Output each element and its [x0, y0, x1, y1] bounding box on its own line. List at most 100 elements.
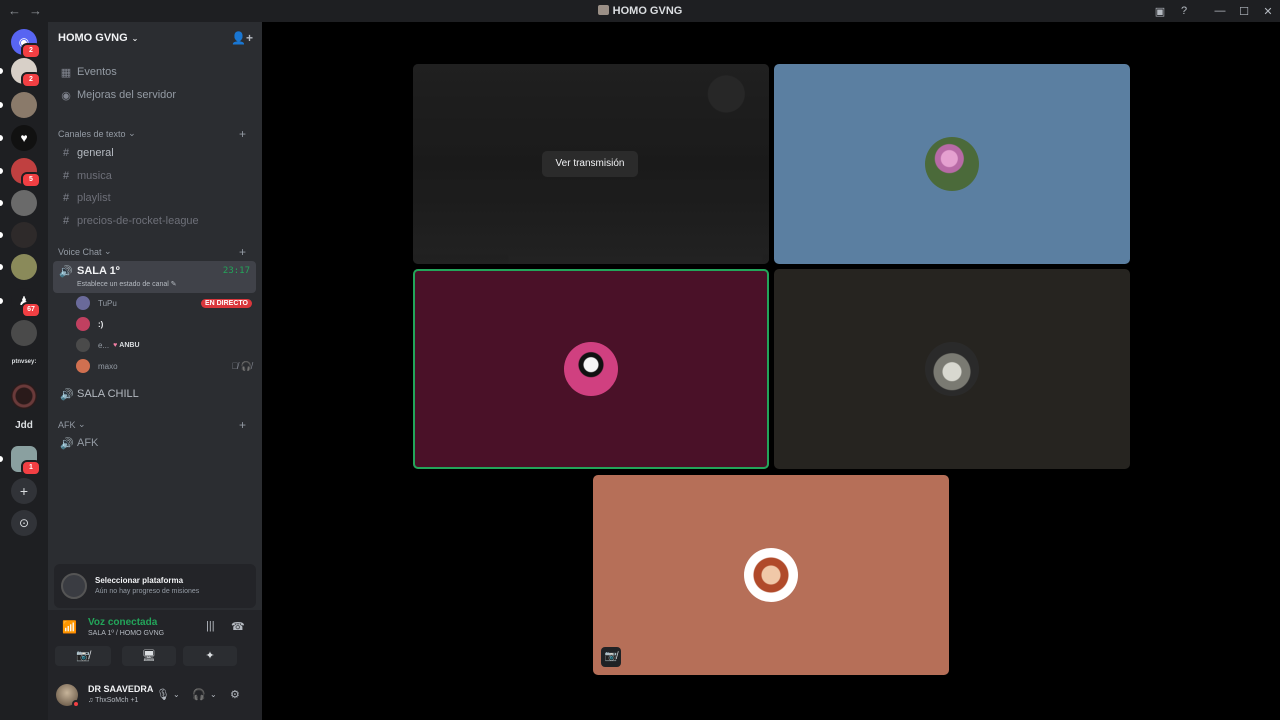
avatar — [925, 342, 979, 396]
voice-user-name: e... — [98, 340, 110, 350]
voice-channel-name: SALA 1º — [77, 265, 120, 277]
hash-icon: # — [62, 192, 70, 204]
channel-status-input[interactable]: Establece un estado de canal ✎ — [77, 280, 177, 288]
signal-icon[interactable]: 📶 — [62, 620, 77, 634]
server-name: HOMO GVNG — [58, 32, 128, 44]
channel-sidebar: HOMO GVNG ⌄ 👤+ ▦ Eventos ◉ Mejoras del s… — [48, 22, 262, 720]
microphone-icon[interactable]: 🎙 — [156, 688, 170, 701]
noise-suppression-icon[interactable]: ||| — [206, 620, 215, 632]
speaker-icon: 🔊 — [60, 437, 74, 450]
close-button[interactable]: ✕ — [1256, 5, 1280, 18]
voice-category[interactable]: Voice Chat ⌄ + — [58, 245, 254, 259]
add-channel-icon[interactable]: + — [239, 127, 246, 141]
tile-stream[interactable]: Ver transmisión — [413, 64, 769, 264]
server-server-anime[interactable] — [11, 254, 37, 280]
server-server-voice-active[interactable] — [11, 92, 37, 118]
voice-user[interactable]: TuPu EN DIRECTO — [76, 294, 252, 312]
server-text-jdd[interactable]: Jdd — [6, 420, 42, 431]
tile-skull[interactable] — [413, 269, 769, 469]
voice-channel-sala-1[interactable]: 🔊 SALA 1º 23:17 Establece un estado de c… — [53, 261, 256, 293]
server-boost-item[interactable]: ◉ Mejoras del servidor — [56, 85, 254, 105]
server-server-dark-ring[interactable] — [11, 383, 37, 409]
channel-general[interactable]: # general — [56, 143, 254, 163]
avatar — [744, 548, 798, 602]
chevron-down-icon[interactable]: ⌄ — [210, 690, 217, 699]
server-server-hand[interactable]: 1 — [11, 446, 41, 476]
voice-user[interactable]: maxo 🎙̸ 🎧̸ — [76, 357, 252, 375]
user-activity: ♫ ThxSoMch +1 — [88, 697, 139, 704]
server-glyph-icon: ♥ — [20, 131, 28, 145]
minimize-button[interactable]: — — [1208, 5, 1232, 17]
add-channel-icon[interactable]: + — [239, 418, 246, 432]
voice-location[interactable]: SALA 1º / HOMO GVNG — [88, 630, 164, 637]
notification-badge: 5 — [21, 172, 41, 188]
channel-precios[interactable]: # precios-de-rocket-league — [56, 211, 254, 231]
afk-category-label: AFK — [58, 419, 76, 430]
voice-channel-afk[interactable]: 🔊 AFK — [56, 433, 254, 453]
add-channel-icon[interactable]: + — [239, 245, 246, 259]
channel-label: musica — [77, 170, 112, 182]
avatar — [76, 296, 90, 310]
discover-button[interactable]: ⊙ — [11, 510, 37, 536]
server-text-ptnvsey[interactable]: ptnvsey: — [6, 359, 42, 365]
chevron-down-icon: ⌄ — [131, 33, 139, 43]
server-dm-avatar[interactable]: 2 — [11, 58, 41, 88]
user-panel: DR SAAVEDRA ♫ ThxSoMch +1 🎙 ⌄ 🎧 ⌄ ⚙ — [48, 676, 262, 720]
text-category[interactable]: Canales de texto ⌄ + — [58, 127, 254, 141]
events-item[interactable]: ▦ Eventos — [56, 62, 254, 82]
server-header[interactable]: HOMO GVNG ⌄ 👤+ — [48, 22, 262, 54]
tile-chucky[interactable]: 📷̸ — [593, 475, 949, 675]
server-icon — [597, 5, 609, 15]
avatar — [76, 338, 90, 352]
channel-label: precios-de-rocket-league — [77, 215, 199, 227]
settings-gear-icon[interactable]: ⚙ — [230, 688, 240, 701]
channel-musica[interactable]: # musica — [56, 166, 254, 186]
watch-stream-button[interactable]: Ver transmisión — [542, 151, 638, 177]
chevron-down-icon: ⌄ — [128, 128, 136, 138]
channel-playlist[interactable]: # playlist — [56, 188, 254, 208]
afk-category[interactable]: AFK ⌄ + — [58, 418, 254, 432]
server-server-grey[interactable] — [11, 190, 37, 216]
camera-off-icon: 📷̸ — [601, 647, 621, 667]
clan-tag: ♥ ANBU — [113, 342, 139, 349]
server-server-masked[interactable] — [11, 320, 37, 346]
invite-icon[interactable]: 👤+ — [231, 31, 253, 45]
maximize-button[interactable]: ☐ — [1232, 5, 1256, 18]
headphones-icon[interactable]: 🎧 — [192, 688, 206, 701]
tile-pink-panther[interactable] — [774, 64, 1130, 264]
voice-channel-sala-chill[interactable]: 🔊 SALA CHILL — [56, 384, 254, 404]
voice-channel-name: AFK — [77, 437, 99, 449]
notification-badge: 67 — [21, 302, 41, 318]
username[interactable]: DR SAAVEDRA — [88, 684, 153, 694]
server-rail: ◉ 2 2 ♥ 5 ♟ 67 ptnvsey: Jdd 1 + ⊙ — [0, 22, 48, 720]
voice-user[interactable]: :) — [76, 315, 252, 333]
muted-deafened-icon: 🎙̸ 🎧̸ — [231, 360, 252, 371]
chevron-down-icon[interactable]: ⌄ — [173, 690, 180, 699]
server-server-dark-photo[interactable] — [11, 222, 37, 248]
channel-label: general — [77, 147, 114, 159]
speaker-icon: 🔊 — [60, 388, 74, 401]
add-server-button[interactable]: + — [11, 478, 37, 504]
voice-category-label: Voice Chat — [58, 246, 102, 257]
camera-off-button[interactable]: 📷̸ — [55, 646, 111, 666]
heart-icon: ♥ — [113, 341, 118, 349]
quest-panel[interactable]: Seleccionar plataforma Aún no hay progre… — [54, 564, 256, 608]
unread-pill — [0, 168, 3, 174]
server-discord-home[interactable]: ◉ 2 — [11, 29, 41, 59]
help-icon[interactable]: ? — [1172, 5, 1196, 17]
unread-pill — [0, 298, 3, 304]
chevron-down-icon: ⌄ — [104, 246, 112, 256]
tile-cat[interactable] — [774, 269, 1130, 469]
server-server-tall[interactable]: ♟ 67 — [11, 288, 41, 318]
disconnect-icon[interactable]: ☎ — [231, 620, 245, 633]
server-server-collage[interactable]: 5 — [11, 158, 41, 188]
inbox-icon[interactable]: ▣ — [1148, 5, 1172, 18]
server-server-logo-v[interactable]: ♥ — [11, 125, 37, 151]
avatar — [925, 137, 979, 191]
notification-badge: 1 — [21, 460, 41, 476]
voice-user[interactable]: e... ♥ ANBU — [76, 336, 252, 354]
activities-button[interactable]: ✦ — [183, 646, 237, 666]
boost-icon: ◉ — [61, 89, 71, 102]
voice-status[interactable]: Voz conectada — [88, 617, 157, 628]
screen-share-button[interactable]: 🖥 — [122, 646, 176, 666]
